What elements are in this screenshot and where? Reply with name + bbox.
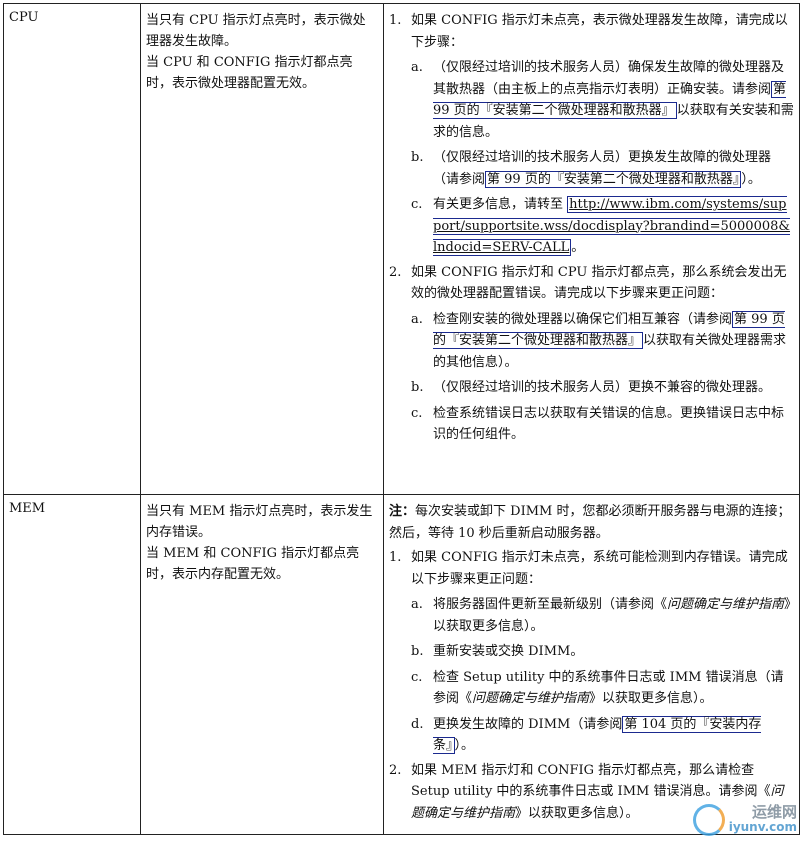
note-text: 每次安装或卸下 DIMM 时，您都必须断开服务器与电源的连接；然后，等待 10 … bbox=[389, 504, 791, 541]
substep-text: ）。 bbox=[741, 171, 761, 187]
substep-a: a. 将服务器固件更新至最新级别（请参阅《问题确定与维护指南》以获取更多信息）。 bbox=[389, 594, 794, 637]
substep-b: b. 重新安装或交换 DIMM。 bbox=[389, 641, 794, 663]
substep-text: 将服务器固件更新至最新级别（请参阅《 bbox=[433, 597, 668, 612]
step-text: 如果 CONFIG 指示灯未点亮，系统可能检测到内存错误。请完成以下步骤来更正问… bbox=[411, 550, 788, 587]
step-1: 1. 如果 CONFIG 指示灯未点亮，系统可能检测到内存错误。请完成以下步骤来… bbox=[389, 547, 794, 590]
substep-text: （仅限经过培训的技术服务人员）更换不兼容的微处理器。 bbox=[433, 380, 772, 395]
substep-c: c. 有关更多信息，请转至 http://www.ibm.com/systems… bbox=[389, 194, 794, 259]
step-text: 如果 MEM 指示灯和 CONFIG 指示灯都点亮，那么请检查 Setup ut… bbox=[411, 762, 771, 800]
substep-letter: c. bbox=[411, 197, 423, 212]
step-text: 如果 CONFIG 指示灯和 CPU 指示灯都点亮，那么系统会发出无效的微处理器… bbox=[411, 264, 787, 302]
substep-b: b. （仅限经过培训的技术服务人员）更换发生故障的微处理器（请参阅第 99 页的… bbox=[389, 147, 794, 190]
diagnostic-table: CPU 当只有 CPU 指示灯点亮时，表示微处理器发生故障。 当 CPU 和 C… bbox=[3, 3, 800, 835]
description-cell: 当只有 MEM 指示灯点亮时，表示发生内存错误。 当 MEM 和 CONFIG … bbox=[140, 494, 384, 835]
substep-letter: a. bbox=[411, 597, 423, 612]
substep-b: b. （仅限经过培训的技术服务人员）更换不兼容的微处理器。 bbox=[389, 377, 794, 399]
table-row-cpu: CPU 当只有 CPU 指示灯点亮时，表示微处理器发生故障。 当 CPU 和 C… bbox=[3, 3, 800, 495]
component-name: CPU bbox=[9, 10, 39, 25]
step-1: 1. 如果 CONFIG 指示灯未点亮，表示微处理器发生故障，请完成以下步骤： bbox=[389, 10, 794, 53]
action-cell: 注：每次安装或卸下 DIMM 时，您都必须断开服务器与电源的连接；然后，等待 1… bbox=[383, 494, 800, 835]
substep-text: （仅限经过培训的技术服务人员）确保发生故障的微处理器及其散热器（由主板上的点亮指… bbox=[433, 60, 785, 97]
substep-c: c. 检查 Setup utility 中的系统事件日志或 IMM 错误消息（请… bbox=[389, 667, 794, 710]
watermark-en: iyunv.com bbox=[728, 820, 797, 834]
watermark-text: 运维网 iyunv.com bbox=[729, 805, 797, 835]
cross-reference-link[interactable]: 第 99 页的『安装第二个微处理器和散热器』 bbox=[485, 170, 742, 188]
substep-text: 有关更多信息，请转至 bbox=[433, 197, 568, 212]
substep-text: 检查系统错误日志以获取有关错误的信息。更换错误日志中标识的任何组件。 bbox=[433, 405, 785, 443]
description-line: 当 CPU 和 CONFIG 指示灯都点亮时，表示微处理器配置无效。 bbox=[146, 55, 353, 91]
substep-letter: a. bbox=[411, 60, 423, 75]
step-text: 》以获取更多信息）。 bbox=[515, 805, 639, 821]
substep-text: 。 bbox=[571, 240, 585, 255]
substep-text: 重新安装或交换 DIMM。 bbox=[433, 644, 584, 659]
step-number: 2. bbox=[389, 762, 402, 778]
step-2: 2. 如果 CONFIG 指示灯和 CPU 指示灯都点亮，那么系统会发出无效的微… bbox=[389, 262, 794, 305]
substep-letter: b. bbox=[411, 150, 424, 165]
substep-text: ）。 bbox=[454, 738, 475, 753]
watermark: 运维网 iyunv.com bbox=[687, 800, 797, 840]
component-name: MEM bbox=[9, 501, 46, 516]
substep-letter: d. bbox=[411, 716, 424, 732]
description-line: 当只有 CPU 指示灯点亮时，表示微处理器发生故障。 bbox=[146, 13, 366, 49]
substep-d: d. 更换发生故障的 DIMM（请参阅第 104 页的『安装内存条』）。 bbox=[389, 714, 794, 757]
step-number: 1. bbox=[389, 550, 402, 565]
component-cell: CPU bbox=[3, 3, 141, 495]
substep-letter: a. bbox=[411, 311, 423, 327]
substep-text: 》以获取更多信息）。 bbox=[589, 691, 713, 706]
description-line: 当 MEM 和 CONFIG 指示灯都点亮时，表示内存配置无效。 bbox=[146, 546, 360, 582]
substep-letter: b. bbox=[411, 644, 424, 659]
substep-a: a. （仅限经过培训的技术服务人员）确保发生故障的微处理器及其散热器（由主板上的… bbox=[389, 57, 794, 143]
note: 注：每次安装或卸下 DIMM 时，您都必须断开服务器与电源的连接；然后，等待 1… bbox=[389, 501, 794, 544]
table-row-mem: MEM 当只有 MEM 指示灯点亮时，表示发生内存错误。 当 MEM 和 CON… bbox=[3, 494, 800, 835]
substep-c: c. 检查系统错误日志以获取有关错误的信息。更换错误日志中标识的任何组件。 bbox=[389, 403, 794, 446]
substep-letter: b. bbox=[411, 380, 424, 395]
step-number: 1. bbox=[389, 13, 402, 28]
description-cell: 当只有 CPU 指示灯点亮时，表示微处理器发生故障。 当 CPU 和 CONFI… bbox=[140, 3, 384, 495]
watermark-logo-icon bbox=[692, 804, 725, 836]
action-cell: 1. 如果 CONFIG 指示灯未点亮，表示微处理器发生故障，请完成以下步骤： … bbox=[383, 3, 800, 495]
book-title: 问题确定与维护指南 bbox=[472, 691, 590, 706]
substep-text: 更换发生故障的 DIMM（请参阅 bbox=[433, 716, 623, 732]
watermark-cn: 运维网 bbox=[751, 803, 797, 821]
book-title: 问题确定与维护指南 bbox=[667, 597, 785, 612]
step-text: 如果 CONFIG 指示灯未点亮，表示微处理器发生故障，请完成以下步骤： bbox=[411, 13, 788, 50]
component-cell: MEM bbox=[3, 494, 141, 835]
substep-letter: c. bbox=[411, 405, 423, 421]
step-number: 2. bbox=[389, 264, 402, 280]
note-label: 注： bbox=[389, 504, 416, 519]
substep-letter: c. bbox=[411, 669, 423, 685]
description-line: 当只有 MEM 指示灯点亮时，表示发生内存错误。 bbox=[146, 504, 373, 540]
substep-a: a. 检查刚安装的微处理器以确保它们相互兼容（请参阅第 99 页的『安装第二个微… bbox=[389, 309, 794, 374]
substep-text: 检查刚安装的微处理器以确保它们相互兼容（请参阅 bbox=[433, 311, 733, 327]
